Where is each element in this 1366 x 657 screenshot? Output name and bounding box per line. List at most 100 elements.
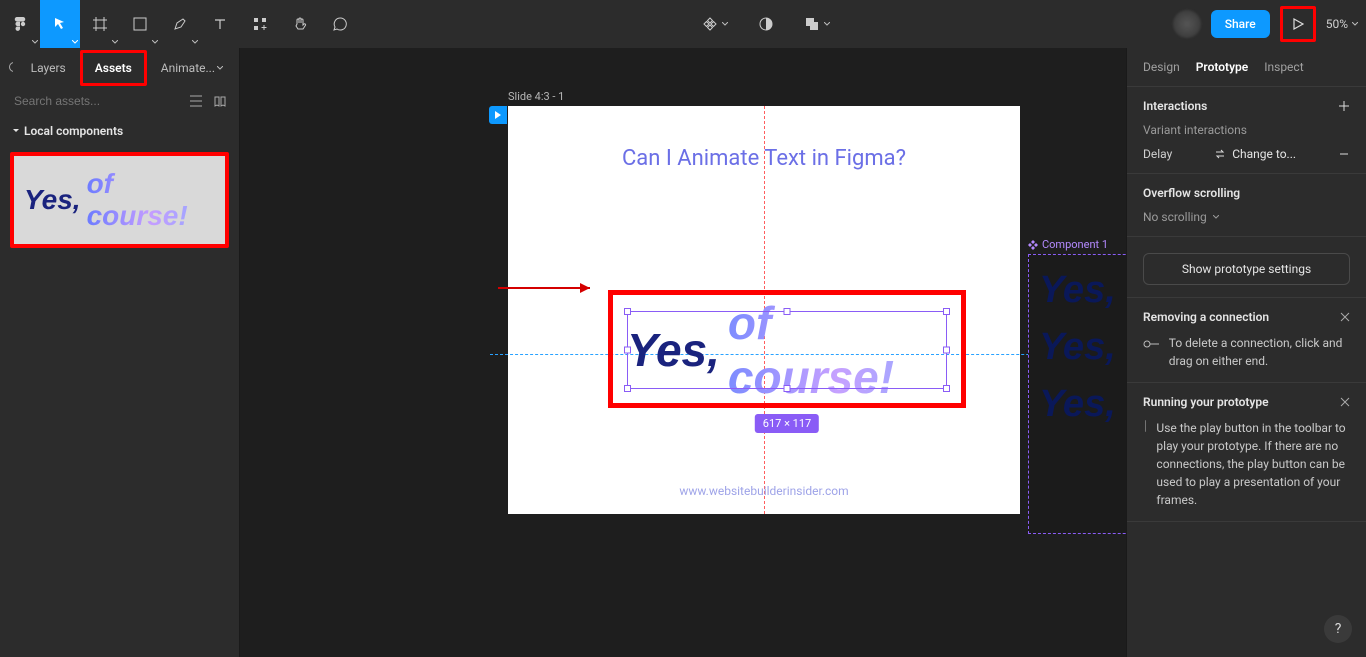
list-view-icon[interactable] bbox=[189, 94, 203, 108]
mask-icon bbox=[758, 16, 774, 32]
slide-url-text: www.websitebuilderinsider.com bbox=[508, 484, 1020, 498]
figma-menu-button[interactable] bbox=[0, 0, 40, 48]
resize-handle[interactable] bbox=[943, 347, 950, 354]
text-icon bbox=[213, 17, 227, 31]
frame-label[interactable]: Slide 4:3 - 1 bbox=[508, 90, 564, 103]
overflow-title: Overflow scrolling bbox=[1143, 186, 1240, 200]
component1-frame[interactable]: Yes, of course! Yes, definitely! Yes, ab… bbox=[1028, 254, 1126, 534]
play-outline-icon bbox=[1143, 419, 1146, 433]
resize-handle[interactable] bbox=[943, 308, 950, 315]
caret-down-icon bbox=[12, 127, 20, 135]
boolean-union-icon bbox=[804, 16, 820, 32]
hand-icon bbox=[292, 16, 308, 32]
mask-button[interactable] bbox=[746, 0, 786, 48]
right-panel: Design Prototype Inspect Interactions Va… bbox=[1126, 48, 1366, 657]
plus-icon[interactable] bbox=[1338, 100, 1350, 112]
dimension-badge: 617 × 117 bbox=[755, 414, 819, 433]
chevron-down-icon bbox=[1213, 215, 1219, 219]
slide-title-text: Can I Animate Text in Figma? bbox=[508, 146, 1020, 171]
chevron-down-icon bbox=[722, 22, 728, 26]
local-components-header[interactable]: Local components bbox=[0, 114, 239, 144]
shape-tool-button[interactable] bbox=[120, 0, 160, 48]
close-icon[interactable] bbox=[1340, 397, 1350, 407]
move-tool-button[interactable] bbox=[40, 0, 80, 48]
close-icon[interactable] bbox=[1340, 312, 1350, 322]
component-icon bbox=[1028, 240, 1038, 250]
interactions-section: Interactions Variant interactions Delay … bbox=[1127, 86, 1366, 173]
resize-handle[interactable] bbox=[624, 385, 631, 392]
help-button[interactable]: ? bbox=[1324, 615, 1352, 643]
comment-tool-button[interactable] bbox=[320, 0, 360, 48]
comment-icon bbox=[332, 16, 348, 32]
running-body: Use the play button in the toolbar to pl… bbox=[1156, 419, 1350, 509]
variant-interactions-label: Variant interactions bbox=[1143, 123, 1350, 137]
tab-layers[interactable]: Layers bbox=[23, 55, 74, 81]
flow-start-badge[interactable] bbox=[489, 106, 507, 124]
component1-label[interactable]: Component 1 bbox=[1028, 238, 1108, 251]
boolean-button[interactable] bbox=[804, 0, 830, 48]
resize-handle[interactable] bbox=[784, 308, 791, 315]
assets-search-input[interactable] bbox=[14, 94, 181, 108]
left-panel: Layers Assets Animate... Local componen bbox=[0, 48, 240, 657]
search-icon[interactable] bbox=[8, 61, 13, 75]
tab-prototype[interactable]: Prototype bbox=[1196, 60, 1249, 74]
resize-handle[interactable] bbox=[784, 385, 791, 392]
component-menu-button[interactable] bbox=[702, 0, 728, 48]
overflow-dropdown[interactable]: No scrolling bbox=[1143, 210, 1350, 224]
highlight-selection: Yes, of course! 617 × 117 bbox=[608, 290, 966, 408]
prototype-settings-section: Show prototype settings bbox=[1127, 236, 1366, 297]
canvas[interactable]: Slide 4:3 - 1 Can I Animate Text in Figm… bbox=[240, 48, 1126, 657]
resize-handle[interactable] bbox=[624, 347, 631, 354]
variant-1[interactable]: Yes, of course! bbox=[1039, 269, 1126, 312]
tab-animate[interactable]: Animate... bbox=[153, 55, 231, 81]
minus-icon[interactable] bbox=[1338, 148, 1350, 160]
play-icon bbox=[1292, 18, 1304, 30]
resize-handle[interactable] bbox=[624, 308, 631, 315]
top-toolbar: Share 50% bbox=[0, 0, 1366, 48]
text-tool-button[interactable] bbox=[200, 0, 240, 48]
pen-tool-button[interactable] bbox=[160, 0, 200, 48]
chevron-down-icon bbox=[217, 66, 223, 70]
figma-logo-icon bbox=[12, 16, 28, 32]
frame-slide[interactable]: Can I Animate Text in Figma? Yes, of cou… bbox=[508, 106, 1020, 514]
user-avatar[interactable] bbox=[1173, 10, 1201, 38]
resize-handle[interactable] bbox=[943, 385, 950, 392]
show-prototype-settings-button[interactable]: Show prototype settings bbox=[1143, 253, 1350, 285]
removing-title: Removing a connection bbox=[1143, 310, 1269, 324]
running-prototype-section: Running your prototype Use the play butt… bbox=[1127, 382, 1366, 522]
library-icon[interactable] bbox=[213, 94, 227, 108]
highlight-asset-card: Yes, of course! bbox=[10, 152, 229, 248]
component-icon bbox=[702, 16, 718, 32]
chevron-down-icon bbox=[32, 40, 38, 44]
hand-tool-button[interactable] bbox=[280, 0, 320, 48]
trigger-label: Delay bbox=[1143, 147, 1172, 161]
frame-tool-button[interactable] bbox=[80, 0, 120, 48]
chevron-down-icon bbox=[72, 40, 78, 44]
asset-component-card[interactable]: Yes, of course! bbox=[14, 156, 225, 244]
present-button[interactable] bbox=[1280, 6, 1316, 42]
pen-icon bbox=[172, 16, 188, 32]
resources-icon bbox=[253, 17, 267, 31]
asset-text-ofcourse: of course! bbox=[87, 168, 215, 232]
asset-text-yes: Yes, bbox=[24, 184, 81, 216]
connection-drag-icon bbox=[1143, 334, 1159, 354]
rectangle-icon bbox=[133, 17, 147, 31]
tab-assets[interactable]: Assets bbox=[87, 55, 140, 81]
interaction-row[interactable]: Delay Change to... bbox=[1143, 147, 1350, 161]
variant-3[interactable]: Yes, absolutely! bbox=[1039, 383, 1126, 426]
tab-design[interactable]: Design bbox=[1143, 60, 1180, 74]
tab-inspect[interactable]: Inspect bbox=[1264, 60, 1303, 74]
selection-bounds[interactable] bbox=[627, 311, 947, 389]
chevron-down-icon bbox=[112, 40, 118, 44]
overflow-value: No scrolling bbox=[1143, 210, 1207, 224]
zoom-dropdown[interactable]: 50% bbox=[1326, 17, 1358, 31]
frame-icon bbox=[92, 16, 108, 32]
annotation-arrow-icon bbox=[498, 278, 598, 298]
action-label: Change to... bbox=[1232, 147, 1296, 161]
resources-tool-button[interactable] bbox=[240, 0, 280, 48]
highlight-assets-tab: Assets bbox=[80, 50, 147, 86]
chevron-down-icon bbox=[152, 40, 158, 44]
share-button[interactable]: Share bbox=[1211, 10, 1270, 38]
variant-2[interactable]: Yes, definitely! bbox=[1039, 326, 1126, 369]
chevron-down-icon bbox=[1352, 22, 1358, 26]
